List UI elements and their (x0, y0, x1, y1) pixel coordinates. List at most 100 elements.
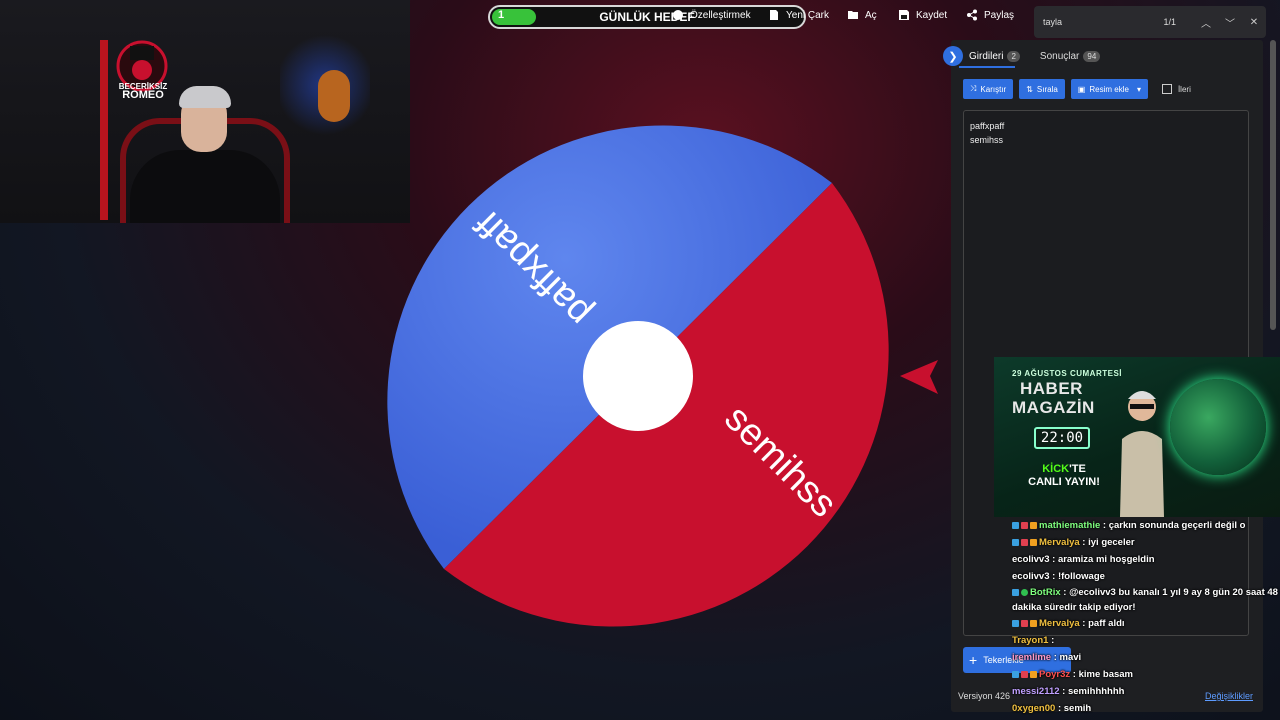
chat-username[interactable]: Trayon1 (1012, 635, 1048, 646)
palette-icon (673, 10, 683, 20)
globe-icon (1170, 379, 1266, 475)
chat-text: : paff aldı (1079, 618, 1125, 629)
chat-text: : iyi geceler (1079, 537, 1135, 548)
new-wheel-label: Yeni Çark (786, 9, 829, 21)
badge-icon (1012, 521, 1019, 529)
tab-inputs[interactable]: Girdileri 2 (969, 50, 1020, 62)
chevron-down-icon[interactable]: ﹀ (1218, 15, 1242, 30)
wheel-svg[interactable]: paffxpaff semihss (362, 100, 914, 652)
chat-message: messi2112 : semihhhhhh (1012, 683, 1280, 700)
advanced-label: İleri (1177, 84, 1191, 94)
advanced-checkbox[interactable] (1161, 84, 1172, 94)
wheel-toolbar: 1 GÜNLÜK HEDEF Özelleştirmek Yeni Çark A… (410, 0, 1030, 34)
chat-username[interactable]: BotRix (1030, 587, 1061, 598)
news-promo-overlay: 29 AĞUSTOS CUMARTESİ HABER MAGAZİN 22:00… (994, 357, 1280, 517)
customize-button[interactable]: Özelleştirmek (672, 9, 751, 21)
guitar (318, 70, 350, 122)
channel-logo-text: BECERİKSİZ ROMEO (118, 82, 168, 101)
file-icon (770, 10, 778, 20)
badge-icon (1021, 521, 1028, 529)
chat-username[interactable]: Mervalya (1039, 618, 1080, 629)
badge-icon (1030, 538, 1037, 546)
tab-inputs-count: 2 (1007, 50, 1020, 62)
chat-username[interactable]: Mervalya (1039, 537, 1080, 548)
find-match-count: 1/1 (1163, 17, 1176, 27)
chat-username[interactable]: iremlime (1012, 652, 1051, 663)
badge-icon (1012, 670, 1019, 678)
chat-message: ecolivv3 : aramiza mi hoşgeldin (1012, 551, 1280, 568)
promo-title-line2: MAGAZİN (1012, 398, 1095, 417)
panel-tabs: ❯ Girdileri 2 Sonuçlar 94 (943, 44, 1101, 68)
chat-message: ecolivv3 : !followage (1012, 568, 1280, 585)
stream-chat: mathiemathie : çarkın sonunda geçerli de… (1012, 517, 1280, 717)
chat-text: : kime basam (1070, 669, 1133, 680)
badge-icon (1012, 588, 1019, 596)
badge-icon (1012, 538, 1019, 546)
shuffle-icon: ⤨ (970, 84, 977, 93)
chat-message: Trayon1 : (1012, 632, 1280, 649)
sort-icon: ⇅ (1026, 84, 1033, 94)
promo-date: 29 AĞUSTOS CUMARTESİ (1012, 369, 1123, 378)
daily-goal-label: GÜNLÜK HEDEF (599, 10, 695, 24)
find-input[interactable]: tayla (1043, 17, 1163, 27)
chat-username[interactable]: ecolivv3 (1012, 571, 1050, 582)
sort-button[interactable]: ⇅ Sırala (1019, 79, 1065, 99)
save-button[interactable]: Kaydet (898, 9, 947, 21)
new-wheel-button[interactable]: Yeni Çark (768, 9, 829, 21)
tab-inputs-label: Girdileri (969, 50, 1004, 62)
badge-icon (1030, 619, 1037, 627)
chat-username[interactable]: ecolivv3 (1012, 554, 1050, 565)
save-icon (899, 10, 909, 20)
chat-message: 0xygen00 : semih (1012, 700, 1280, 717)
collapse-arrow-icon[interactable]: ❯ (943, 46, 963, 66)
add-image-label: Resim ekle (1089, 84, 1129, 94)
shuffle-button[interactable]: ⤨ Karıştır (963, 79, 1014, 99)
presenter-figure (1120, 391, 1164, 517)
chat-message: Mervalya : paff aldı (1012, 615, 1280, 632)
close-icon[interactable]: ✕ (1242, 17, 1266, 28)
chat-text: : semih (1055, 703, 1092, 714)
promo-platform: KİCK (1042, 463, 1070, 475)
streamer-body (130, 150, 280, 223)
badge-icon (1030, 521, 1037, 529)
chat-username[interactable]: Poyr3z (1039, 669, 1070, 680)
spin-wheel[interactable]: paffxpaff semihss (362, 100, 914, 652)
chat-message: Mervalya : iyi geceler (1012, 534, 1280, 551)
save-label: Kaydet (916, 9, 948, 21)
chat-username[interactable]: messi2112 (1012, 686, 1060, 697)
promo-suffix: 'TE (1069, 463, 1086, 475)
version-text: Versiyon 426 (958, 691, 1011, 701)
plus-icon: + (969, 652, 978, 668)
chat-username[interactable]: mathiemathie (1039, 520, 1100, 531)
tab-results[interactable]: Sonuçlar 94 (1039, 50, 1101, 62)
page-scrollbar[interactable] (1270, 40, 1276, 330)
open-label: Aç (865, 9, 877, 21)
streamer-hair (179, 86, 231, 108)
folder-icon (848, 11, 858, 19)
caret-down-icon: ▾ (1136, 84, 1141, 94)
image-icon: ▣ (1077, 84, 1086, 94)
share-button[interactable]: Paylaş (966, 9, 1014, 21)
promo-title: HABER MAGAZİN (1012, 379, 1095, 417)
led-strip (100, 40, 108, 220)
chat-message: iremlime : mavi (1012, 649, 1280, 666)
chat-text: : aramiza mi hoşgeldin (1049, 554, 1155, 565)
sort-label: Sırala (1036, 84, 1058, 94)
wheel-center-button[interactable] (583, 321, 693, 431)
chat-username[interactable]: 0xygen00 (1012, 703, 1055, 714)
badge-icon (1021, 588, 1028, 596)
chat-message: Poyr3z : kime basam (1012, 666, 1280, 683)
find-in-page-bar: tayla 1/1 ︿ ﹀ ✕ (1034, 6, 1266, 38)
tab-results-label: Sonuçlar (1039, 50, 1080, 62)
chat-text: : çarkın sonunda geçerli değil o (1100, 520, 1246, 531)
chat-text: : !followage (1049, 571, 1105, 582)
chat-text: : semihhhhhh (1059, 686, 1125, 697)
chat-text: : (1048, 635, 1055, 646)
chevron-up-icon[interactable]: ︿ (1194, 15, 1218, 30)
open-button[interactable]: Aç (847, 9, 877, 21)
promo-subtitle: KİCK'TE CANLI YAYIN! (1024, 463, 1104, 489)
add-image-button[interactable]: ▣ Resim ekle ▾ (1070, 79, 1148, 99)
shuffle-label: Karıştır (980, 84, 1007, 94)
promo-time: 22:00 (1034, 427, 1090, 449)
badge-icon (1012, 619, 1019, 627)
